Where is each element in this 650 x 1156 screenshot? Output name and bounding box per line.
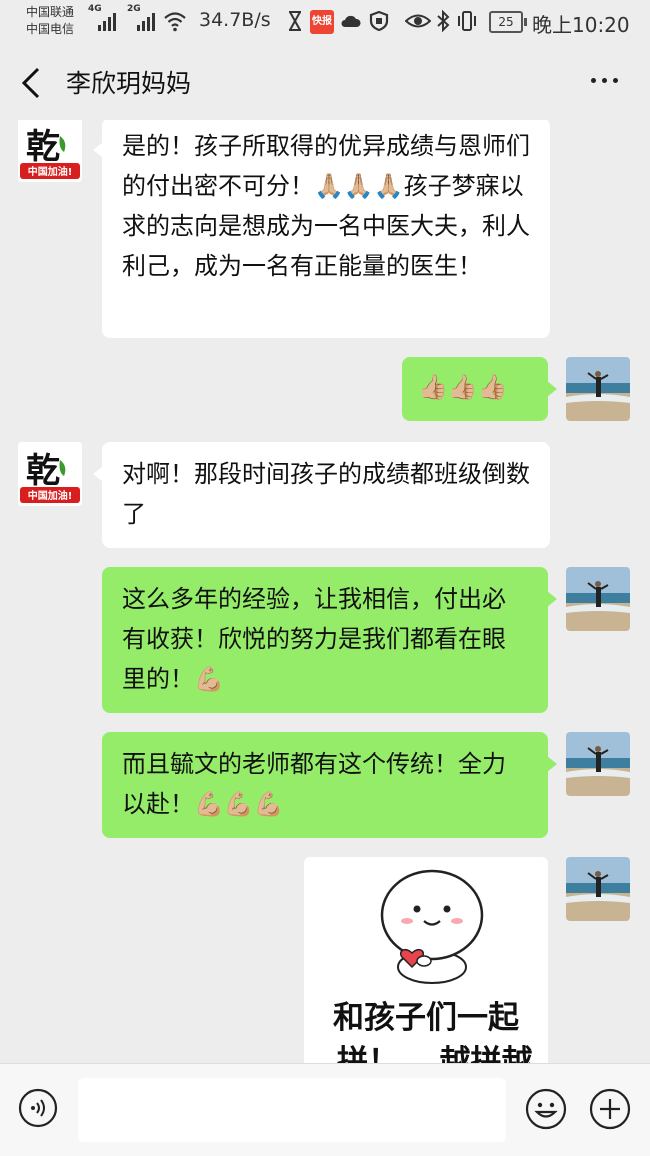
contact-avatar[interactable]: 乾 中国加油! xyxy=(18,120,82,182)
message-bubble-incoming[interactable]: 对啊！那段时间孩子的成绩都班级倒数了 xyxy=(93,442,550,548)
message-text: 👍🏼👍🏼👍🏼 xyxy=(418,373,508,401)
emoji-icon[interactable] xyxy=(525,1088,567,1130)
message-text: 是的！孩子所取得的优异成绩与恩师们的付出密不可分！🙏🏼🙏🏼🙏🏼孩子梦寐以求的志向… xyxy=(122,132,530,280)
network-type-1: 4G xyxy=(88,4,102,14)
cloud-icon xyxy=(341,15,361,27)
network-type-2: 2G xyxy=(127,4,141,14)
signal-2-icon: 2G xyxy=(127,4,155,31)
sticker-caption-1: 和孩子们一起 xyxy=(333,1000,519,1036)
chat-header: 李欣玥妈妈 xyxy=(0,44,650,120)
beach-photo-icon xyxy=(566,732,630,796)
message-input[interactable] xyxy=(78,1078,506,1142)
bluetooth-icon xyxy=(437,9,450,33)
avatar-badge: 中国加油! xyxy=(28,165,73,178)
message-bubble-incoming[interactable]: 是的！孩子所取得的优异成绩与恩师们的付出密不可分！🙏🏼🙏🏼🙏🏼孩子梦寐以求的志向… xyxy=(93,120,550,338)
input-bar xyxy=(0,1063,650,1156)
eye-icon xyxy=(405,14,431,28)
my-avatar[interactable] xyxy=(566,357,630,421)
more-options-icon[interactable] xyxy=(591,78,618,83)
vibrate-icon xyxy=(458,11,476,31)
status-bar: 中国联通 中国电信 4G 2G 34.7B/s 快报 25 晚上10:20 xyxy=(0,0,650,44)
avatar-badge: 中国加油! xyxy=(28,489,73,502)
message-bubble-outgoing[interactable]: 👍🏼👍🏼👍🏼 xyxy=(402,357,557,421)
sticker-caption-3: 越拼越 xyxy=(439,1044,533,1063)
message-text: 而且毓文的老师都有这个传统！全力以赴！💪🏼💪🏼💪🏼 xyxy=(122,750,506,818)
my-avatar[interactable] xyxy=(566,567,630,631)
news-app-icon: 快报 xyxy=(310,10,334,34)
carrier-names: 中国联通 中国电信 xyxy=(26,4,74,38)
clock: 晚上10:20 xyxy=(532,13,630,37)
carrier-1: 中国联通 xyxy=(26,5,75,19)
sticker-message[interactable]: 和孩子们一起 拼！ 越拼越 xyxy=(304,857,548,1063)
message-text: 这么多年的经验，让我相信，付出必有收获！欣悦的努力是我们都看在眼里的！💪🏼 xyxy=(122,585,506,693)
message-bubble-outgoing[interactable]: 这么多年的经验，让我相信，付出必有收获！欣悦的努力是我们都看在眼里的！💪🏼 xyxy=(102,567,557,713)
avatar-char: 乾 xyxy=(26,127,60,167)
signal-1-icon: 4G xyxy=(88,4,116,31)
carrier-2: 中国电信 xyxy=(26,22,75,36)
voice-input-icon[interactable] xyxy=(18,1088,58,1128)
beach-photo-icon xyxy=(566,357,630,421)
wifi-icon xyxy=(164,12,186,32)
hourglass-icon xyxy=(289,11,301,31)
battery-icon: 25 xyxy=(489,11,527,33)
plus-icon[interactable] xyxy=(589,1088,631,1130)
message-bubble-outgoing[interactable]: 而且毓文的老师都有这个传统！全力以赴！💪🏼💪🏼💪🏼 xyxy=(102,732,557,838)
avatar-char: 乾 xyxy=(26,451,60,491)
back-arrow-icon[interactable] xyxy=(18,66,48,100)
message-list[interactable]: 乾 中国加油! 是的！孩子所取得的优异成绩与恩师们的付出密不可分！🙏🏼🙏🏼🙏🏼孩… xyxy=(0,120,650,1063)
sticker-mascot-icon xyxy=(380,869,484,984)
contact-avatar[interactable]: 乾 中国加油! xyxy=(18,442,82,506)
my-avatar[interactable] xyxy=(566,732,630,796)
beach-photo-icon xyxy=(566,567,630,631)
beach-photo-icon xyxy=(566,857,630,921)
my-avatar[interactable] xyxy=(566,857,630,921)
shield-icon xyxy=(369,10,389,32)
network-speed: 34.7B/s xyxy=(199,9,271,31)
message-text: 对啊！那段时间孩子的成绩都班级倒数了 xyxy=(122,460,530,528)
chat-title: 李欣玥妈妈 xyxy=(66,69,192,98)
